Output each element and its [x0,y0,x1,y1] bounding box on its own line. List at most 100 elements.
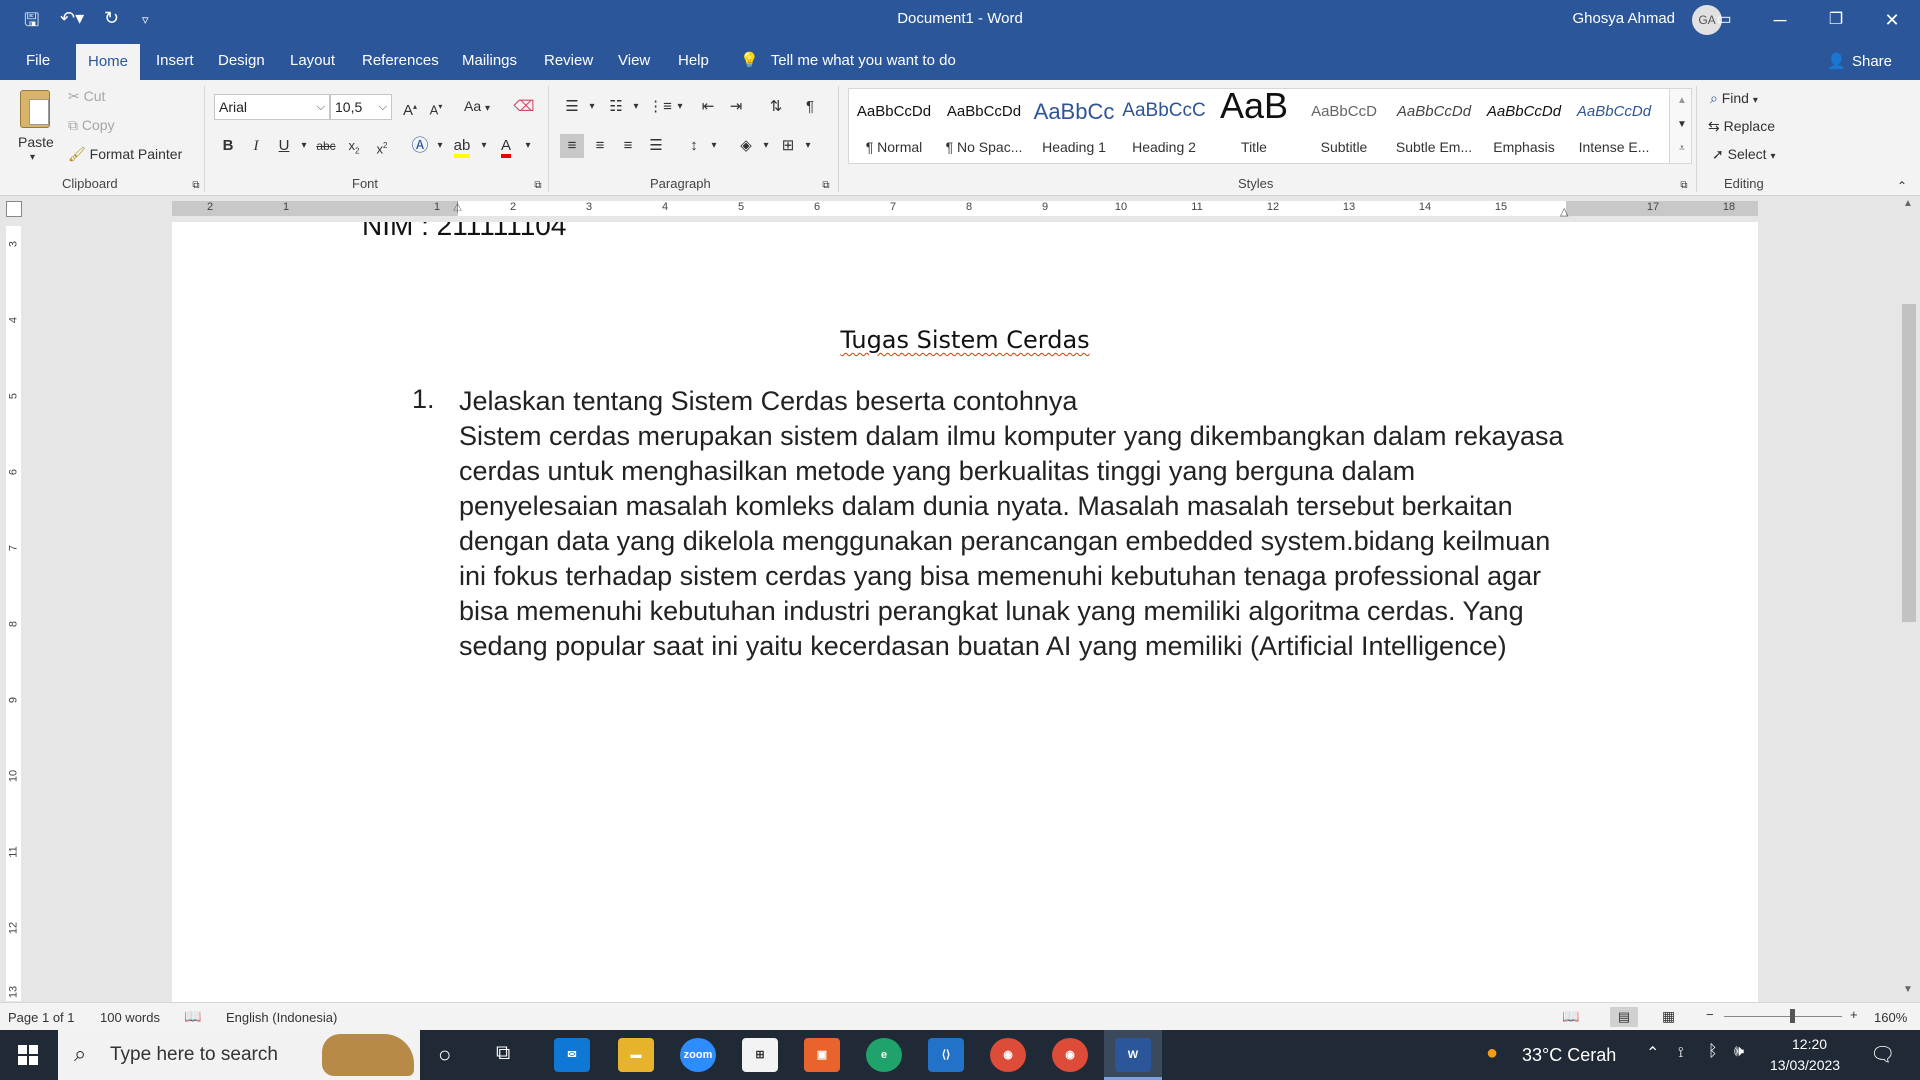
increase-indent-icon[interactable]: ⇥ [724,95,748,119]
cut-button[interactable]: ✂ Cut [68,88,105,105]
subscript-icon[interactable]: x2 [342,134,366,158]
scroll-up-icon[interactable]: ▲ [1903,198,1913,209]
chevron-down-icon[interactable]: ▾ [580,95,604,119]
tab-view[interactable]: View [606,40,662,80]
tab-home[interactable]: Home [76,44,141,80]
font-color-icon[interactable]: A [494,134,518,158]
microsoft-store-icon[interactable]: ⊞ [742,1038,778,1072]
align-center-icon[interactable]: ≡ [588,134,612,158]
chevron-down-icon[interactable]: ▾ [516,134,540,158]
style-subtitle[interactable]: AaBbCcD Subtitle [1299,89,1389,163]
network-icon[interactable]: ⟟ [1678,1044,1684,1061]
gallery-down-icon[interactable]: ▼ [1670,113,1694,137]
chrome-icon[interactable]: ◉ [1052,1038,1088,1072]
collapse-ribbon-icon[interactable]: ⌃ [1890,174,1914,198]
app-icon[interactable]: ▣ [804,1038,840,1072]
replace-button[interactable]: ⇆ Replace [1708,118,1775,135]
font-name-combo[interactable]: Arial ⌵ [214,94,330,120]
minimize-icon[interactable]: ─ [1752,0,1808,40]
zoom-in-icon[interactable]: + [1850,1007,1858,1022]
chrome-icon[interactable]: ◉ [990,1038,1026,1072]
chevron-down-icon[interactable]: ▾ [754,134,778,158]
notifications-icon[interactable]: 🗨 [1870,1042,1895,1067]
justify-icon[interactable]: ☰ [644,134,668,158]
style-no-spacing[interactable]: AaBbCcDd ¶ No Spac... [939,89,1029,163]
ribbon-display-icon[interactable]: ▭ [1696,0,1752,40]
chevron-down-icon[interactable]: ▾ [668,95,692,119]
user-name[interactable]: Ghosya Ahmad [1572,10,1675,27]
styles-launcher-icon[interactable]: ⧉ [1672,174,1696,198]
edge-icon[interactable]: e [866,1038,902,1072]
find-button[interactable]: ⌕ Find ▾ [1710,90,1758,107]
weather-icon[interactable]: ● [1486,1042,1498,1065]
volume-icon[interactable]: 🕪 [1734,1043,1744,1061]
gallery-more-icon[interactable]: ⩡ [1670,137,1694,161]
style-intense-emphasis[interactable]: AaBbCcDd Intense E... [1569,89,1659,163]
windows-start-icon[interactable] [18,1045,38,1065]
style-subtle-emphasis[interactable]: AaBbCcDd Subtle Em... [1389,89,1479,163]
show-formatting-marks-icon[interactable]: ¶ [798,95,822,119]
file-explorer-icon[interactable]: ▬ [618,1038,654,1072]
word-count[interactable]: 100 words [100,1010,160,1025]
document-heading[interactable]: Tugas Sistem Cerdas [172,326,1758,354]
clock-date[interactable]: 13/03/2023 [1770,1057,1840,1073]
web-layout-icon[interactable]: ▦ [1662,1008,1675,1025]
align-right-icon[interactable]: ≡ [616,134,640,158]
style-heading-2[interactable]: AaBbCcC Heading 2 [1119,89,1209,163]
language[interactable]: English (Indonesia) [226,1010,337,1025]
grow-font-icon[interactable]: A▴ [398,95,422,119]
superscript-icon[interactable]: x2 [370,134,394,158]
shrink-font-icon[interactable]: A▾ [424,95,448,119]
gallery-up-icon[interactable]: ▲ [1670,89,1694,113]
task-view-icon[interactable]: ⧉ [496,1042,510,1065]
clock-time[interactable]: 12:20 [1792,1036,1827,1052]
bold-icon[interactable]: B [216,134,240,158]
vertical-scrollbar[interactable]: ▲ ▼ [1898,196,1920,1002]
document-page[interactable]: NIM : 211111104 Tugas Sistem Cerdas 1. J… [172,222,1758,1002]
share-button[interactable]: 👤 Share [1827,40,1892,80]
word-taskbar-button[interactable]: W [1104,1030,1162,1080]
decrease-indent-icon[interactable]: ⇤ [696,95,720,119]
zoom-level[interactable]: 160% [1874,1010,1907,1025]
tab-references[interactable]: References [350,40,451,80]
weather-text[interactable]: 33°C Cerah [1522,1045,1616,1066]
bluetooth-icon[interactable]: ᛒ [1708,1043,1718,1061]
font-launcher-icon[interactable]: ⧉ [526,174,550,198]
tab-file[interactable]: File [14,40,62,80]
style-normal[interactable]: AaBbCcDd ¶ Normal [849,89,939,163]
copy-button[interactable]: ⧉ Copy [68,117,115,134]
proofing-icon[interactable]: 📖 [184,1008,201,1025]
list-item[interactable]: Jelaskan tentang Sistem Cerdas beserta c… [459,384,1579,664]
tab-mailings[interactable]: Mailings [450,40,529,80]
page-count[interactable]: Page 1 of 1 [8,1010,75,1025]
zoom-out-icon[interactable]: − [1706,1007,1714,1022]
restore-icon[interactable]: ❐ [1808,0,1864,40]
font-size-combo[interactable]: 10,5 ⌵ [330,94,392,120]
paragraph-launcher-icon[interactable]: ⧉ [814,174,838,198]
scroll-thumb[interactable] [1902,304,1916,622]
tab-design[interactable]: Design [206,40,277,80]
chevron-down-icon[interactable]: ▾ [292,134,316,158]
mail-icon[interactable]: ✉ [554,1038,590,1072]
zoom-icon[interactable]: zoom [680,1038,716,1072]
tab-review[interactable]: Review [532,40,605,80]
paste-button[interactable]: Paste ▾ [12,86,58,168]
chevron-up-icon[interactable]: ⌃ [1646,1043,1659,1063]
chevron-down-icon[interactable]: ▾ [702,134,726,158]
tab-insert[interactable]: Insert [144,40,206,80]
tab-selector-icon[interactable] [6,201,22,217]
horizontal-ruler[interactable]: 2 1 1 2 3 4 5 6 7 8 9 10 11 12 13 14 15 … [172,201,1758,218]
align-left-icon[interactable]: ≡ [560,134,584,158]
vscode-icon[interactable]: ⟨⟩ [928,1038,964,1072]
chevron-down-icon[interactable]: ▾ [624,95,648,119]
taskbar-search[interactable]: ⌕ Type here to search [58,1030,420,1080]
italic-icon[interactable]: I [244,134,268,158]
nim-line[interactable]: NIM : 211111104 [362,222,566,242]
zoom-slider-thumb[interactable] [1790,1009,1795,1023]
change-case-button[interactable]: Aa ▾ [464,98,490,114]
format-painter-button[interactable]: 🖌 Format Painter [68,146,182,163]
tell-me-box[interactable]: 💡 Tell me what you want to do [740,40,956,80]
select-button[interactable]: ➚ Select ▾ [1712,146,1775,163]
zoom-slider[interactable] [1724,1009,1842,1023]
strikethrough-icon[interactable]: abc [314,134,338,158]
